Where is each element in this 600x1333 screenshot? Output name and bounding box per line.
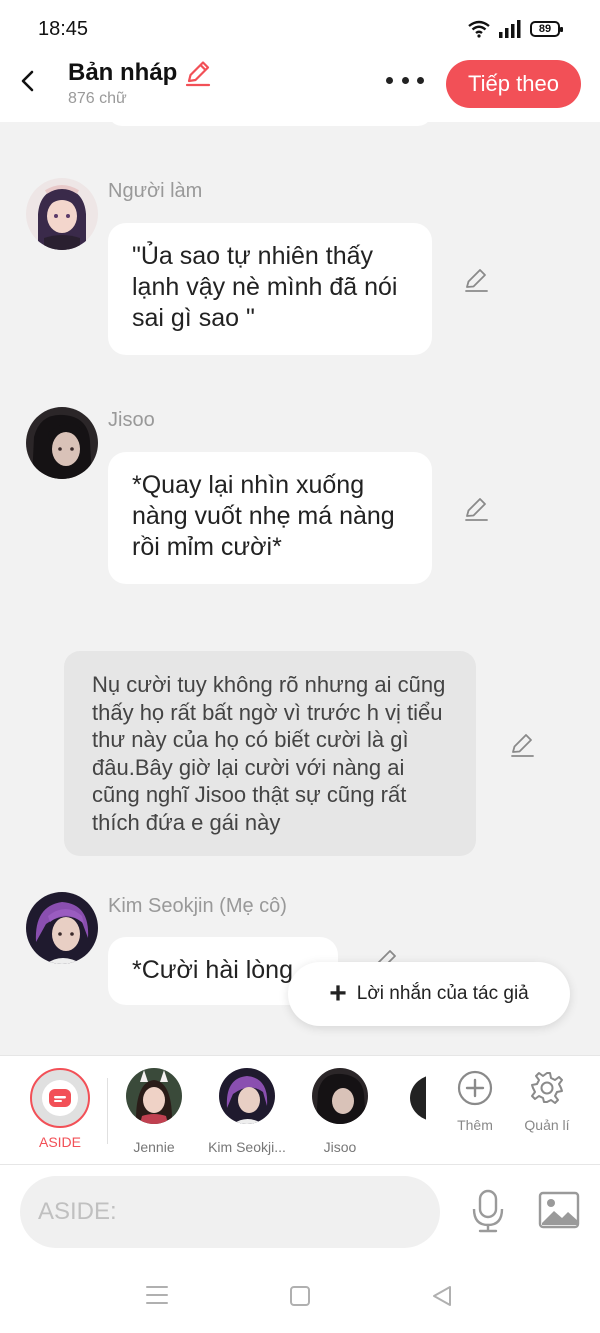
character-jisoo[interactable]: Jisoo — [295, 1068, 385, 1155]
home-square-icon[interactable] — [288, 1284, 312, 1308]
avatar-jisoo-small — [312, 1068, 368, 1124]
character-name: Kim Seokji... — [208, 1139, 286, 1155]
chat-area[interactable]: Người làm "Ủa sao tự nhiên thấy lạnh vậy… — [0, 122, 600, 1055]
system-nav-bar — [0, 1260, 600, 1333]
avatar-nguoi-lam[interactable] — [26, 178, 98, 250]
manage-label: Quản lí — [524, 1117, 570, 1133]
add-character-button[interactable]: Thêm — [440, 1070, 510, 1133]
edit-icon[interactable] — [462, 266, 490, 294]
edit-icon[interactable] — [462, 495, 490, 523]
character-name: Jisoo — [323, 1139, 357, 1155]
back-triangle-icon[interactable] — [430, 1284, 454, 1308]
message-bubble-previous — [108, 122, 432, 126]
next-button[interactable]: Tiếp theo — [446, 60, 581, 108]
sender-name: Kim Seokjin (Mẹ cô) — [108, 895, 287, 917]
manage-button[interactable]: Quản lí — [512, 1070, 582, 1133]
menu-icon[interactable] — [145, 1284, 169, 1306]
character-partial[interactable] — [410, 1074, 426, 1122]
message-bubble[interactable]: *Quay lại nhìn xuống nàng vuốt nhẹ má nà… — [108, 452, 432, 584]
aside-icon — [49, 1089, 71, 1107]
header: Bản nháp 876 chữ Tiếp theo — [0, 58, 600, 122]
gear-icon — [531, 1072, 563, 1104]
author-note-button[interactable]: + Lời nhắn của tác giả — [288, 962, 570, 1026]
title-block: Bản nháp 876 chữ — [68, 58, 213, 108]
page-title: Bản nháp — [68, 59, 178, 86]
back-arrow-icon[interactable] — [14, 66, 44, 96]
status-bar: 18:45 89 — [0, 0, 600, 60]
author-note-label: Lời nhắn của tác giả — [356, 983, 529, 1004]
aside-label: ASIDE — [38, 1134, 81, 1150]
character-jennie[interactable]: Jennie — [109, 1068, 199, 1155]
character-bar: ASIDE Jennie Kim Seokji... Jisoo Thêm Qu… — [0, 1055, 600, 1165]
sender-name: Jisoo — [108, 409, 155, 431]
avatar-jennie — [126, 1068, 182, 1124]
avatar-kim-seokjin[interactable] — [26, 892, 98, 964]
character-kim-seokjin[interactable]: Kim Seokji... — [202, 1068, 292, 1155]
status-time: 18:45 — [38, 18, 89, 40]
input-row — [0, 1165, 600, 1260]
microphone-icon[interactable] — [468, 1187, 508, 1235]
more-options-icon[interactable] — [386, 68, 424, 92]
avatar-jisoo[interactable] — [26, 407, 98, 479]
character-name: Jennie — [133, 1139, 175, 1155]
battery-icon: 89 — [530, 21, 563, 37]
avatar-kim-seokjin-small — [219, 1068, 275, 1124]
divider — [107, 1078, 108, 1144]
word-count: 876 chữ — [68, 90, 127, 107]
message-bubble[interactable]: "Ủa sao tự nhiên thấy lạnh vậy nè mình đ… — [108, 223, 432, 355]
pencil-icon[interactable] — [183, 58, 213, 88]
aside-button[interactable] — [30, 1068, 90, 1128]
message-input[interactable] — [20, 1176, 440, 1248]
sender-name: Người làm — [108, 180, 203, 202]
edit-icon[interactable] — [508, 731, 536, 759]
add-label: Thêm — [457, 1117, 493, 1133]
wifi-icon — [468, 20, 490, 38]
narration-bubble[interactable]: Nụ cười tuy không rõ nhưng ai cũng thấy … — [64, 651, 476, 856]
add-circle-icon — [457, 1070, 493, 1106]
signal-icon — [499, 20, 521, 38]
image-icon[interactable] — [538, 1191, 580, 1229]
plus-icon: + — [329, 977, 347, 1010]
status-icons: 89 — [468, 20, 563, 38]
